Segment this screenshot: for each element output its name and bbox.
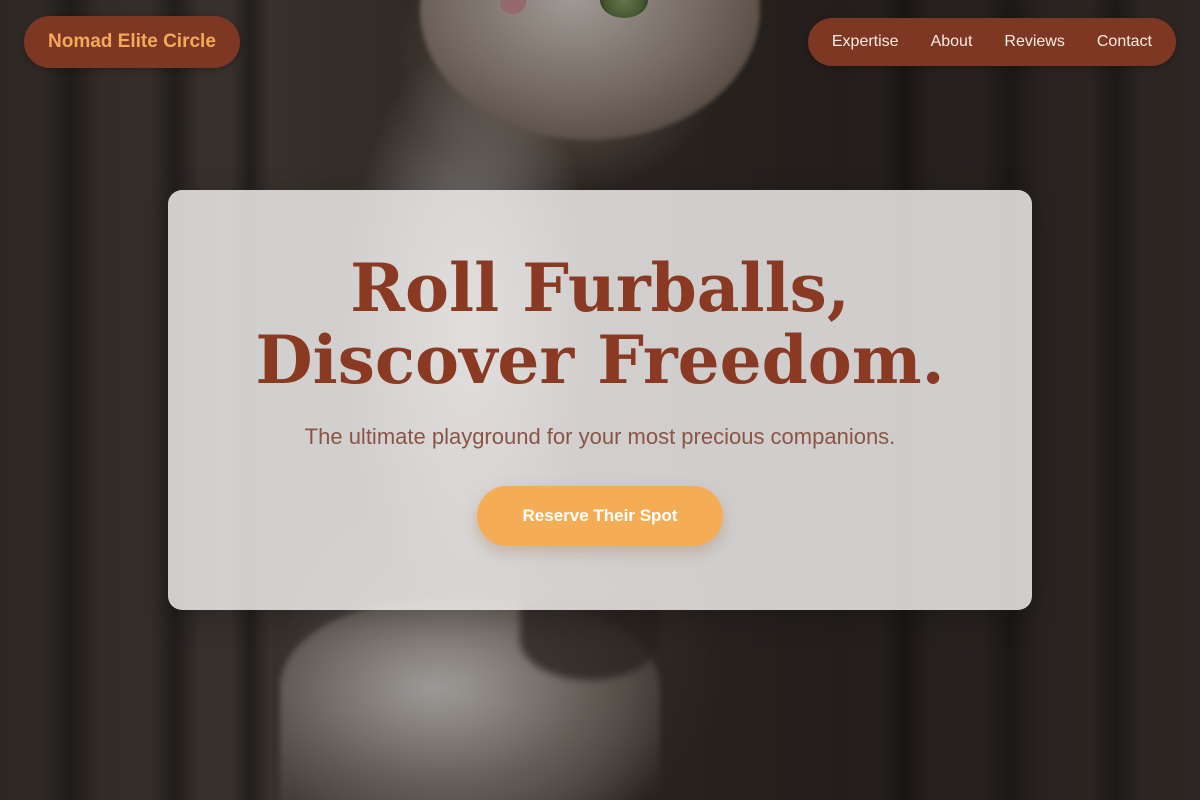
nav-link-contact[interactable]: Contact [1097,33,1152,51]
hero-title: Roll Furballs, Discover Freedom. [168,252,1032,396]
hero-title-line-2: Discover Freedom. [255,321,945,399]
nav-link-reviews[interactable]: Reviews [1004,33,1064,51]
brand-logo[interactable]: Nomad Elite Circle [24,16,240,68]
nav-link-about[interactable]: About [931,33,973,51]
main-nav: Expertise About Reviews Contact [807,18,1176,66]
reserve-spot-button[interactable]: Reserve Their Spot [477,486,723,546]
hero-subtitle: The ultimate playground for your most pr… [304,424,896,449]
hero-card: Roll Furballs, Discover Freedom. The ult… [168,190,1032,610]
hero-title-line-1: Roll Furballs, [350,249,850,327]
nav-link-expertise[interactable]: Expertise [832,33,899,51]
